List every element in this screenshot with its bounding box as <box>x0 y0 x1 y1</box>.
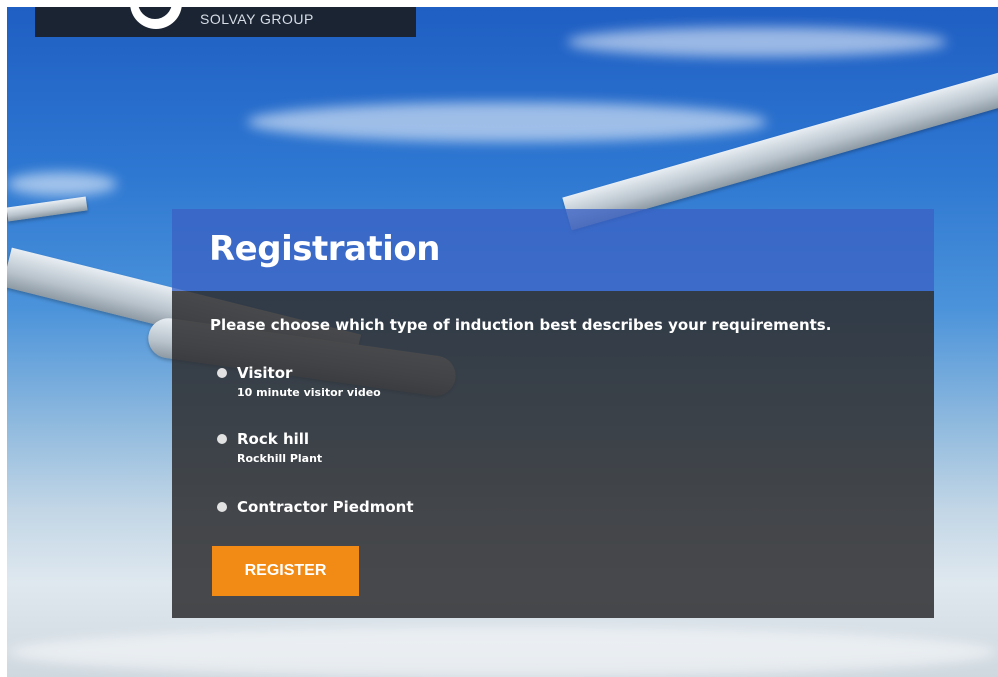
option-label: Rock hill <box>237 430 310 448</box>
page-title: Registration <box>209 229 440 269</box>
cloud <box>7 172 117 196</box>
register-button[interactable]: REGISTER <box>212 546 359 596</box>
cloud-layer <box>7 627 998 677</box>
registration-panel: Please choose which type of induction be… <box>172 291 934 618</box>
option-sublabel: Rockhill Plant <box>237 452 323 465</box>
background-photo: SOLVAY GROUP Registration Please choose … <box>7 7 998 677</box>
radio-visitor[interactable] <box>217 368 227 378</box>
radio-contractor-piedmont[interactable] <box>217 502 227 512</box>
induction-prompt: Please choose which type of induction be… <box>210 316 832 334</box>
option-sublabel: 10 minute visitor video <box>237 386 381 399</box>
solvay-logo-icon <box>130 7 182 29</box>
radio-rock-hill[interactable] <box>217 434 227 444</box>
logo-text: SOLVAY GROUP <box>200 11 314 27</box>
option-label: Contractor Piedmont <box>237 498 414 516</box>
cloud <box>247 102 767 142</box>
registration-header: Registration <box>172 209 934 291</box>
option-label: Visitor <box>237 364 293 382</box>
cloud <box>567 27 947 57</box>
logo-bar: SOLVAY GROUP <box>35 7 416 37</box>
plane-wingtip-left <box>7 196 88 222</box>
plane-wing-right <box>562 70 998 231</box>
